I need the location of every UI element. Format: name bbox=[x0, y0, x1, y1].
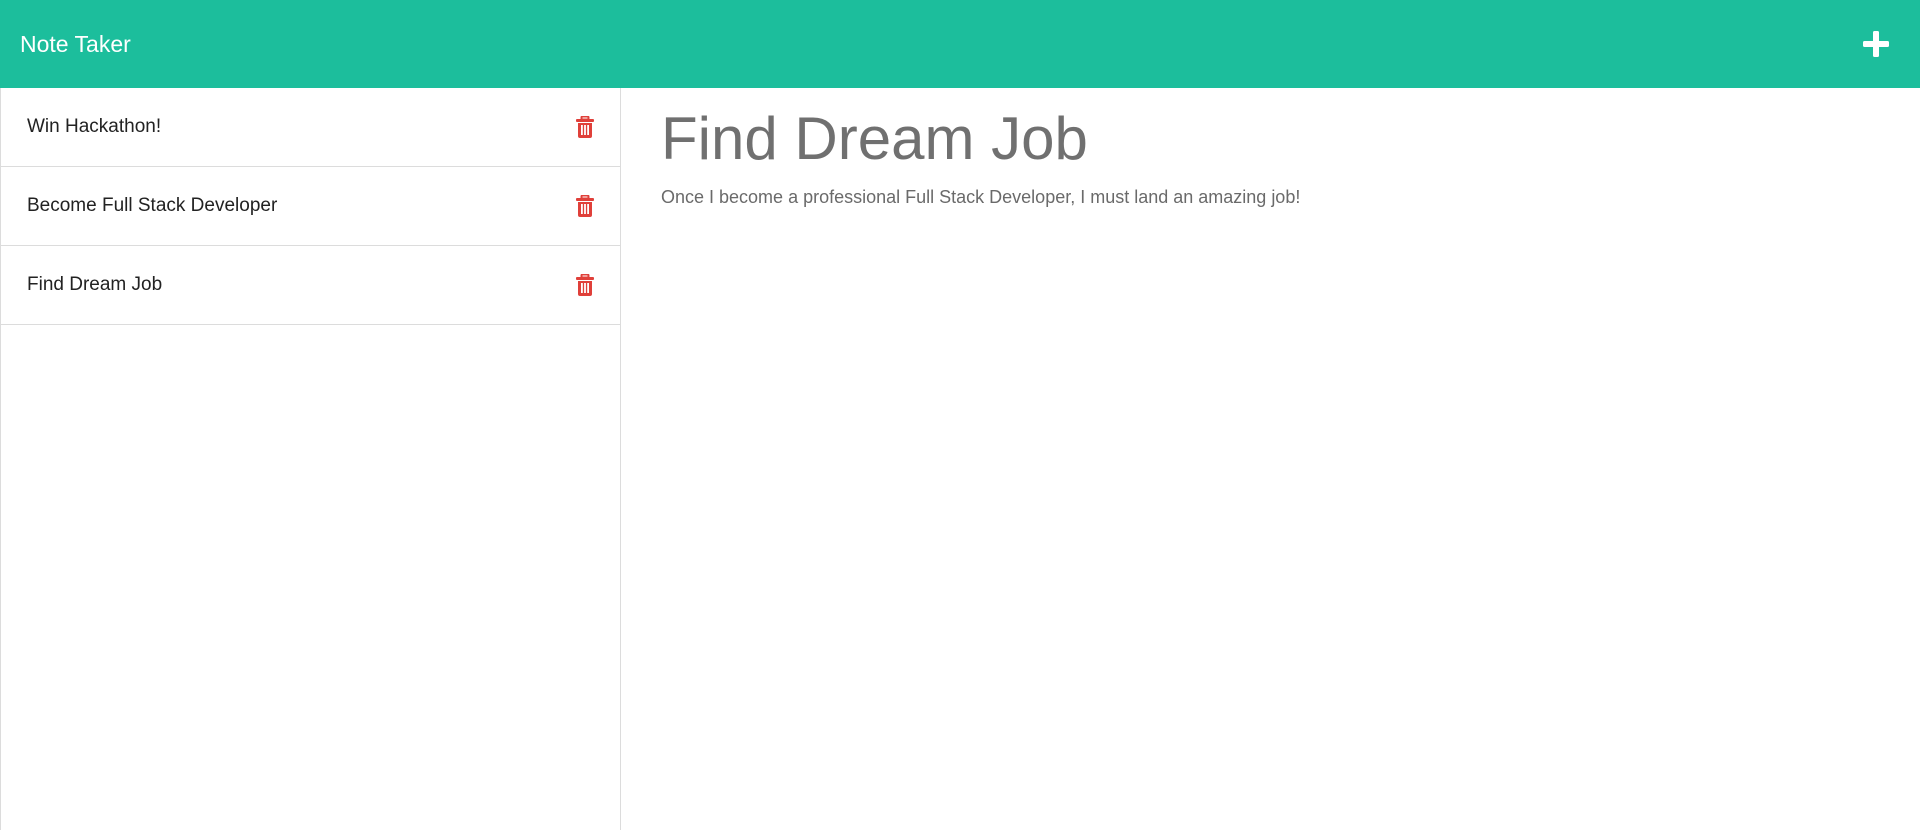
trash-icon bbox=[576, 195, 594, 217]
app-title: Note Taker bbox=[20, 30, 131, 57]
delete-note-button[interactable] bbox=[574, 273, 596, 297]
plus-icon bbox=[1863, 31, 1889, 57]
trash-icon bbox=[576, 274, 594, 296]
list-item[interactable]: Find Dream Job bbox=[1, 246, 620, 325]
note-text-field[interactable]: Once I become a professional Full Stack … bbox=[661, 187, 1881, 208]
note-title: Become Full Stack Developer bbox=[27, 195, 278, 216]
note-title: Win Hackathon! bbox=[27, 116, 162, 137]
note-title-field[interactable]: Find Dream Job bbox=[661, 104, 1881, 173]
notes-list: Win Hackathon! Become Full Stack Develop… bbox=[0, 88, 621, 830]
trash-icon bbox=[576, 116, 594, 138]
note-editor: Find Dream Job Once I become a professio… bbox=[661, 88, 1881, 830]
new-note-button[interactable] bbox=[1852, 20, 1900, 68]
list-item[interactable]: Win Hackathon! bbox=[1, 88, 620, 167]
delete-note-button[interactable] bbox=[574, 194, 596, 218]
list-item[interactable]: Become Full Stack Developer bbox=[1, 167, 620, 246]
delete-note-button[interactable] bbox=[574, 115, 596, 139]
navbar: Note Taker bbox=[0, 0, 1920, 88]
note-title: Find Dream Job bbox=[27, 274, 163, 295]
